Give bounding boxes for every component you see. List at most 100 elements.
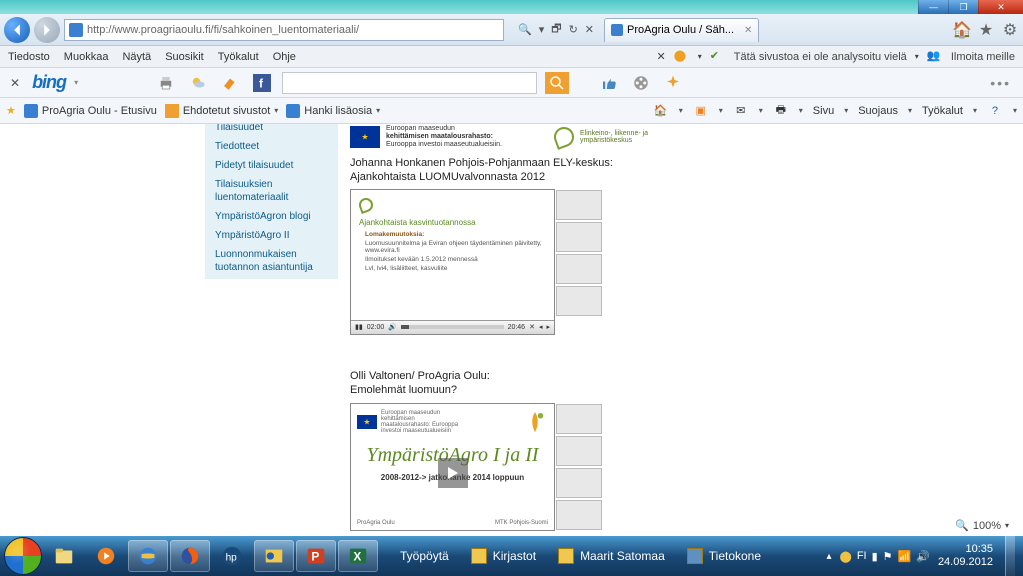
thumbs-up-icon[interactable] <box>597 71 621 95</box>
taskbar-label-libraries[interactable]: Kirjastot <box>461 540 546 572</box>
sidebar-link[interactable]: Tilaisuudet <box>205 124 338 137</box>
taskbar-excel-icon[interactable]: X <box>338 540 378 572</box>
taskbar-outlook-icon[interactable] <box>254 540 294 572</box>
page-menu[interactable]: Sivu <box>813 105 834 117</box>
refresh-icon[interactable]: ↻ <box>567 23 580 36</box>
tray-volume-icon[interactable]: 🔊 <box>916 550 930 563</box>
tab-close-icon[interactable]: ✕ <box>744 25 752 36</box>
taskbar-powerpoint-icon[interactable]: P <box>296 540 336 572</box>
thumb[interactable] <box>556 436 602 466</box>
bing-search-input[interactable] <box>282 72 537 94</box>
help-icon[interactable]: ? <box>987 103 1003 119</box>
video-player-1[interactable]: Ajankohtaista kasvintuotannossa Lomakemu… <box>350 189 555 335</box>
dropdown-icon[interactable]: ▾ <box>759 106 763 115</box>
dropdown-icon[interactable]: ▾ <box>915 52 919 61</box>
taskbar-mediaplayer-icon[interactable] <box>86 540 126 572</box>
dropdown-icon[interactable]: ▾ <box>698 52 702 61</box>
tools-gear-icon[interactable]: ⚙ <box>1001 21 1019 39</box>
window-minimize-button[interactable]: — <box>918 0 948 14</box>
taskbar-clock[interactable]: 10:35 24.09.2012 <box>938 543 993 569</box>
video-player-2[interactable]: Euroopan maaseudun kehittämisen maatalou… <box>350 403 555 531</box>
dropdown-icon[interactable]: ▾ <box>537 23 547 36</box>
movies-icon[interactable] <box>629 71 653 95</box>
mail-icon[interactable]: ✉ <box>733 103 749 119</box>
taskbar-ie-icon[interactable] <box>128 540 168 572</box>
safety-menu[interactable]: Suojaus <box>858 105 898 117</box>
thumb[interactable] <box>556 286 602 316</box>
back-button[interactable] <box>4 17 30 43</box>
taskbar-firefox-icon[interactable] <box>170 540 210 572</box>
sidebar-link[interactable]: YmpäristöAgron blogi <box>205 207 338 226</box>
print-icon[interactable] <box>154 71 178 95</box>
taskbar-hp-icon[interactable]: hp <box>212 540 252 572</box>
window-close-button[interactable]: ✕ <box>978 0 1023 14</box>
dropdown-icon[interactable]: ▾ <box>1013 106 1017 115</box>
menu-favorites[interactable]: Suosikit <box>165 51 204 63</box>
highlight-icon[interactable] <box>218 71 242 95</box>
dropdown-icon[interactable]: ▾ <box>844 106 848 115</box>
thumb[interactable] <box>556 190 602 220</box>
favbar-item-suggested[interactable]: Ehdotetut sivustot ▾ <box>165 104 278 118</box>
favbar-item-addons[interactable]: Hanki lisäosia ▾ <box>286 104 380 118</box>
taskbar-label-user[interactable]: Maarit Satomaa <box>548 540 675 572</box>
tray-network-icon[interactable]: 📶 <box>898 550 912 563</box>
browser-tab[interactable]: ProAgria Oulu / Säh... ✕ <box>604 18 759 42</box>
dropdown-icon[interactable]: ▾ <box>908 106 912 115</box>
thumb[interactable] <box>556 254 602 284</box>
dropdown-icon[interactable]: ▾ <box>719 106 723 115</box>
dropdown-icon[interactable]: ▾ <box>973 106 977 115</box>
forward-button[interactable] <box>34 17 60 43</box>
sidebar-link[interactable]: YmpäristöAgro II <box>205 226 338 245</box>
favbar-item-proagria[interactable]: ProAgria Oulu - Etusivu <box>24 104 157 118</box>
show-desktop-button[interactable] <box>1005 536 1015 576</box>
pause-icon[interactable]: ▮▮ <box>355 323 363 331</box>
dropdown-icon[interactable]: ▾ <box>799 106 803 115</box>
window-maximize-button[interactable]: ❐ <box>948 0 978 14</box>
feeds-icon[interactable]: ▣ <box>693 103 709 119</box>
thumb[interactable] <box>556 500 602 530</box>
start-button[interactable] <box>4 537 42 575</box>
toolbar-close-icon[interactable]: ✕ <box>6 76 24 90</box>
taskbar-label-desktop[interactable]: Työpöytä <box>390 540 459 572</box>
close-icon[interactable]: ✕ <box>657 50 666 63</box>
tools-menu[interactable]: Työkalut <box>922 105 963 117</box>
bing-search-button[interactable] <box>545 72 569 94</box>
tray-arrow-icon[interactable]: ▴ <box>826 551 831 562</box>
tray-lang[interactable]: FI <box>857 550 867 562</box>
add-favorite-icon[interactable]: ★ <box>6 104 16 117</box>
sidebar-link[interactable]: Tiedotteet <box>205 137 338 156</box>
compat-icon[interactable]: 🗗 <box>549 20 563 39</box>
dropdown-icon[interactable]: ▾ <box>74 78 78 87</box>
sparkle-icon[interactable] <box>661 71 685 95</box>
print-icon[interactable]: 🖶 <box>773 103 789 119</box>
facebook-icon[interactable]: f <box>250 71 274 95</box>
favorites-star-icon[interactable]: ★ <box>977 21 995 39</box>
taskbar-filemanager-icon[interactable] <box>44 540 84 572</box>
stop-icon[interactable]: ✕ <box>583 23 596 36</box>
toolbar-overflow-icon[interactable]: ••• <box>990 75 1017 91</box>
dropdown-icon[interactable]: ▾ <box>1005 521 1009 530</box>
volume-icon[interactable]: 🔊 <box>388 323 397 331</box>
tray-action-center-icon[interactable]: ⚑ <box>883 550 893 563</box>
zoom-indicator[interactable]: 🔍 100% ▾ <box>955 519 1009 532</box>
address-bar[interactable]: http://www.proagriaoulu.fi/fi/sahkoinen_… <box>64 19 504 41</box>
sidebar-link[interactable]: Pidetyt tilaisuudet <box>205 156 338 175</box>
report-link[interactable]: Ilmoita meille <box>951 51 1015 63</box>
tray-flag-icon[interactable]: ▮ <box>872 550 878 563</box>
bing-logo[interactable]: bing <box>32 72 66 93</box>
tray-norton-icon[interactable]: ⬤ <box>840 550 852 563</box>
menu-file[interactable]: Tiedosto <box>8 51 50 63</box>
dropdown-icon[interactable]: ▾ <box>679 106 683 115</box>
menu-view[interactable]: Näytä <box>122 51 151 63</box>
play-button-icon[interactable] <box>438 458 468 488</box>
menu-tools[interactable]: Työkalut <box>218 51 259 63</box>
close-icon[interactable]: ✕ <box>529 323 535 331</box>
sidebar-link[interactable]: Tilaisuuksien luentomateriaalit <box>205 175 338 207</box>
thumb[interactable] <box>556 222 602 252</box>
home-icon[interactable]: 🏠 <box>653 103 669 119</box>
prev-icon[interactable]: ◂ <box>539 323 543 331</box>
menu-help[interactable]: Ohje <box>273 51 296 63</box>
sidebar-link[interactable]: Luonnonmukaisen tuotannon asiantuntija <box>205 245 338 277</box>
thumb[interactable] <box>556 404 602 434</box>
search-icon[interactable]: 🔍 <box>516 23 534 36</box>
